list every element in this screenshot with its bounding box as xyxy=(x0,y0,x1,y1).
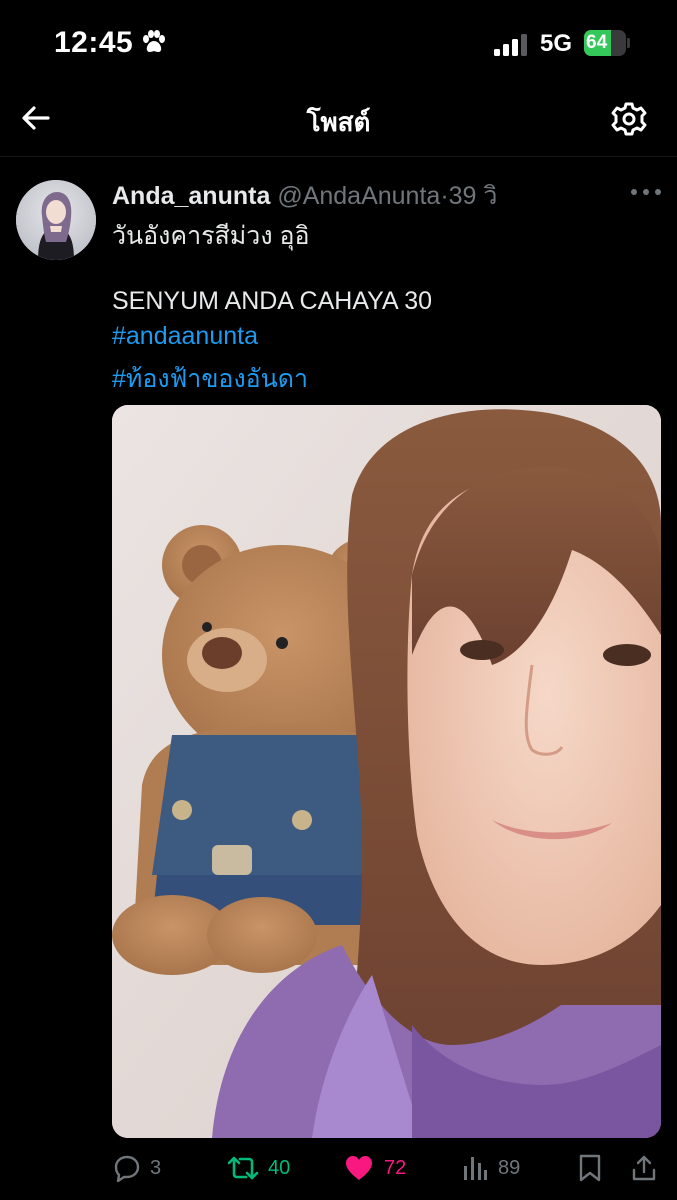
reply-icon xyxy=(114,1155,140,1182)
more-options-icon[interactable] xyxy=(630,188,662,196)
like-button[interactable]: 72 xyxy=(344,1148,434,1188)
share-icon xyxy=(632,1155,656,1181)
tweet-actions: 3 40 72 89 xyxy=(112,1148,662,1188)
display-name[interactable]: Anda_anunta xyxy=(112,182,270,210)
views-button[interactable]: 89 xyxy=(462,1148,552,1188)
battery-icon: 64 xyxy=(584,30,630,56)
cellular-signal-icon xyxy=(494,34,527,56)
analytics-icon xyxy=(464,1157,487,1180)
views-count: 89 xyxy=(498,1157,521,1179)
reply-button[interactable]: 3 xyxy=(112,1148,192,1188)
heart-icon xyxy=(346,1156,372,1180)
tweet-photo[interactable] xyxy=(112,405,661,1138)
separator-dot: · xyxy=(440,182,449,210)
tweet-text-line: SENYUM ANDA CAHAYA 30 xyxy=(112,287,433,315)
hashtag-link[interactable]: #andaanunta xyxy=(112,322,258,351)
bookmark-icon xyxy=(579,1154,601,1182)
top-nav: โพสต์ xyxy=(0,88,677,156)
page-title: โพสต์ xyxy=(306,107,371,137)
status-bar: 12:45 5G 64 xyxy=(0,0,677,88)
hashtag-link[interactable]: #ท้องฟ้าของอันดา xyxy=(112,359,308,399)
retweet-count: 40 xyxy=(268,1157,291,1179)
user-handle[interactable]: @AndaAnunta xyxy=(277,182,440,210)
tweet-text-line: วันอังคารสีม่วง อุอิ xyxy=(112,222,310,250)
battery-percent: 64 xyxy=(586,32,608,53)
divider xyxy=(0,156,677,157)
reply-count: 3 xyxy=(150,1157,162,1179)
post-time[interactable]: 39 วิ xyxy=(449,182,498,210)
like-count: 72 xyxy=(384,1157,407,1179)
bookmark-button[interactable] xyxy=(577,1148,607,1188)
retweet-button[interactable]: 40 xyxy=(226,1148,316,1188)
retweet-icon xyxy=(227,1156,259,1180)
tweet-header: Anda_anunta @AndaAnunta·39 วิ xyxy=(112,176,498,210)
paw-icon xyxy=(143,30,165,52)
avatar[interactable] xyxy=(16,180,96,260)
status-time: 12:45 xyxy=(54,26,134,59)
gear-icon[interactable] xyxy=(610,100,648,138)
share-button[interactable] xyxy=(630,1148,660,1188)
network-type: 5G xyxy=(540,30,573,57)
